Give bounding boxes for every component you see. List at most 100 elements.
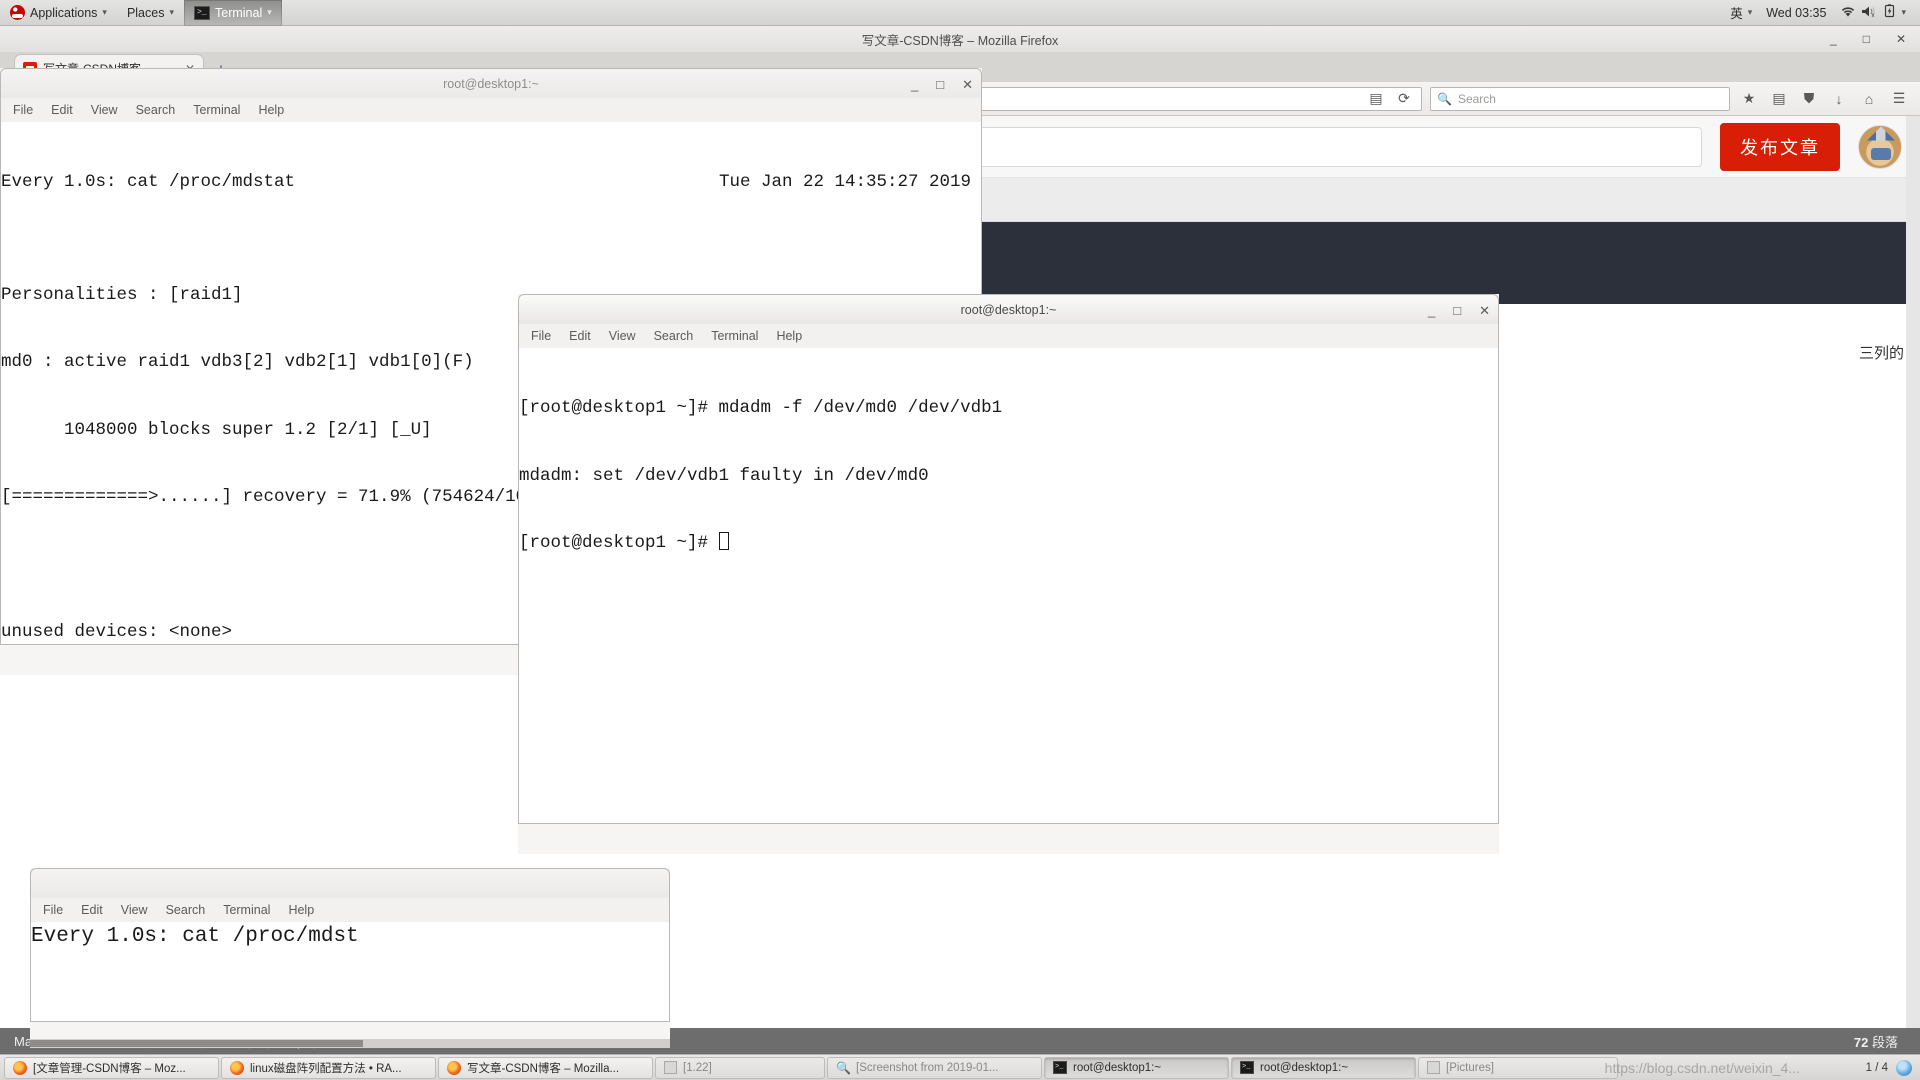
firefox-close-button[interactable]: ✕	[1896, 32, 1906, 46]
terminal3-hscrollbar[interactable]	[30, 1039, 670, 1048]
terminal2-window-buttons: _ □ ✕	[1428, 295, 1490, 325]
reload-icon[interactable]: ⟳	[1393, 90, 1415, 107]
terminal2-menubar: File Edit View Search Terminal Help	[518, 324, 1499, 348]
watch-timestamp: Tue Jan 22 14:35:27 2019	[718, 172, 971, 192]
watch-command: Every 1.0s: cat /proc/mdstat	[1, 172, 296, 192]
menu-view[interactable]: View	[91, 103, 118, 117]
menu-terminal[interactable]: Terminal	[711, 329, 758, 343]
terminal2-prompt: [root@desktop1 ~]#	[519, 533, 719, 553]
firefox-window-buttons: _ □ ✕	[1830, 32, 1906, 46]
svg-text:x: x	[1872, 13, 1875, 18]
menu-file[interactable]: File	[13, 103, 33, 117]
places-menu[interactable]: Places ▾	[117, 0, 184, 26]
task-terminal-1[interactable]: >_ root@desktop1:~	[1044, 1056, 1229, 1079]
battery-svg	[1885, 4, 1895, 18]
task-image-1-22[interactable]: [1.22]	[655, 1056, 825, 1079]
watch-header: Every 1.0s: cat /proc/mdstat Tue Jan 22 …	[1, 171, 981, 194]
task-write-article[interactable]: 写文章-CSDN博客 – Mozilla...	[438, 1056, 653, 1079]
applications-menu[interactable]: Applications ▾	[0, 0, 117, 26]
task-label: linux磁盘阵列配置方法 • RA...	[250, 1062, 402, 1075]
chevron-down-icon: ▾	[1747, 7, 1753, 17]
publish-article-button[interactable]: 发布文章	[1720, 122, 1840, 171]
terminal-icon: >_	[1053, 1061, 1067, 1074]
terminal3-titlebar	[30, 868, 670, 898]
task-label: [Screenshot from 2019-01...	[856, 1061, 999, 1074]
chevron-down-icon: ▾	[102, 7, 107, 17]
volume-muted-icon: x	[1861, 5, 1878, 21]
menu-help[interactable]: Help	[258, 103, 284, 117]
home-icon[interactable]: ⌂	[1858, 91, 1880, 107]
menu-edit[interactable]: Edit	[81, 903, 103, 917]
editor-side-text: 三列的	[1858, 345, 1904, 362]
task-screenshot[interactable]: 🔍 [Screenshot from 2019-01...	[827, 1056, 1042, 1079]
task-terminal-2[interactable]: >_ root@desktop1:~	[1231, 1056, 1416, 1079]
paragraph-count: 72 段落	[1854, 1032, 1906, 1051]
task-label: 写文章-CSDN博客 – Mozilla...	[467, 1062, 620, 1075]
editor-scrollbar[interactable]	[1906, 116, 1920, 1054]
menu-file[interactable]: File	[531, 329, 551, 343]
firefox-titlebar: 写文章-CSDN博客 – Mozilla Firefox _ □ ✕	[0, 26, 1920, 52]
menu-edit[interactable]: Edit	[51, 103, 73, 117]
firefox-icon	[13, 1060, 27, 1075]
menu-help[interactable]: Help	[776, 329, 802, 343]
terminal2-close-button[interactable]: ✕	[1479, 304, 1490, 317]
terminal-cursor	[718, 532, 729, 550]
menu-icon[interactable]: ☰	[1888, 90, 1910, 107]
terminal2-title-text: root@desktop1:~	[960, 302, 1057, 317]
task-pictures[interactable]: [Pictures]	[1418, 1056, 1618, 1079]
desktop-root: S 写文章-CSDN博客 – Mozilla Firefox _ □ ✕ 写文章…	[0, 0, 1920, 1080]
terminal3-menubar: File Edit View Search Terminal Help	[30, 898, 670, 922]
pager-label: 1 / 4	[1865, 1061, 1888, 1074]
terminal3-output[interactable]: Every 1.0s: cat /proc/mdst	[30, 922, 670, 1022]
menu-help[interactable]: Help	[288, 903, 314, 917]
terminal1-minimize-button[interactable]: _	[911, 78, 918, 91]
library-icon[interactable]: ▤	[1768, 90, 1790, 107]
active-window-menu-terminal[interactable]: >_ Terminal ▾	[184, 0, 282, 26]
task-label: root@desktop1:~	[1260, 1061, 1349, 1074]
search-icon: 🔍	[1437, 91, 1452, 106]
terminal2-minimize-button[interactable]: _	[1428, 304, 1435, 317]
menu-search[interactable]: Search	[654, 329, 694, 343]
chevron-down-icon: ▾	[267, 7, 272, 17]
menu-terminal[interactable]: Terminal	[193, 103, 240, 117]
task-article-management[interactable]: [文章管理-CSDN博客 – Moz...	[4, 1056, 219, 1079]
menu-edit[interactable]: Edit	[569, 329, 591, 343]
menu-search[interactable]: Search	[166, 903, 206, 917]
task-label: [Pictures]	[1446, 1061, 1494, 1074]
panel-status-area: 英 ▾ Wed 03:35 x ▾	[1724, 0, 1920, 26]
terminal1-maximize-button[interactable]: □	[936, 78, 944, 91]
terminal2-output[interactable]: [root@desktop1 ~]# mdadm -f /dev/md0 /de…	[518, 348, 1499, 824]
redhat-logo-icon	[10, 5, 25, 20]
user-avatar[interactable]	[1858, 124, 1902, 169]
preview-anchor	[1889, 607, 1890, 608]
watermark-text: https://blog.csdn.net/weixin_4...	[1604, 1060, 1800, 1076]
menu-view[interactable]: View	[121, 903, 148, 917]
task-label: [文章管理-CSDN博客 – Moz...	[33, 1062, 186, 1075]
terminal2-maximize-button[interactable]: □	[1453, 304, 1461, 317]
terminal1-close-button[interactable]: ✕	[962, 78, 973, 91]
system-status-menu[interactable]: x ▾	[1834, 0, 1912, 26]
workspace-pager[interactable]: 1 / 4	[1865, 1059, 1916, 1076]
paragraph-count-label: 段落	[1871, 1034, 1898, 1050]
bookmark-star-icon[interactable]: ★	[1738, 90, 1760, 107]
menu-search[interactable]: Search	[136, 103, 176, 117]
downloads-icon[interactable]: ↓	[1828, 91, 1850, 107]
show-desktop-icon[interactable]	[1896, 1059, 1912, 1076]
menu-terminal[interactable]: Terminal	[223, 903, 270, 917]
firefox-maximize-button[interactable]: □	[1863, 32, 1870, 46]
search-bar[interactable]: 🔍 Search	[1430, 86, 1730, 111]
firefox-title-text: 写文章-CSDN博客 – Mozilla Firefox	[861, 33, 1059, 48]
terminal-window-3: File Edit View Search Terminal Help Ever…	[30, 868, 670, 1048]
menu-view[interactable]: View	[609, 329, 636, 343]
menu-file[interactable]: File	[43, 903, 63, 917]
input-method-indicator[interactable]: 英 ▾	[1724, 0, 1758, 26]
firefox-minimize-button[interactable]: _	[1830, 32, 1837, 46]
firefox-icon	[230, 1060, 244, 1075]
terminal2-prompt-line: [root@desktop1 ~]#	[519, 532, 1498, 555]
clock[interactable]: Wed 03:35	[1760, 0, 1832, 26]
task-linux-raid-article[interactable]: linux磁盘阵列配置方法 • RA...	[221, 1056, 436, 1079]
pocket-icon[interactable]: ⛊	[1798, 90, 1820, 107]
reader-mode-icon[interactable]: ▤	[1365, 90, 1387, 107]
applications-label: Applications	[30, 5, 98, 20]
gnome-top-panel: Applications ▾ Places ▾ >_ Terminal ▾ 英 …	[0, 0, 1920, 26]
